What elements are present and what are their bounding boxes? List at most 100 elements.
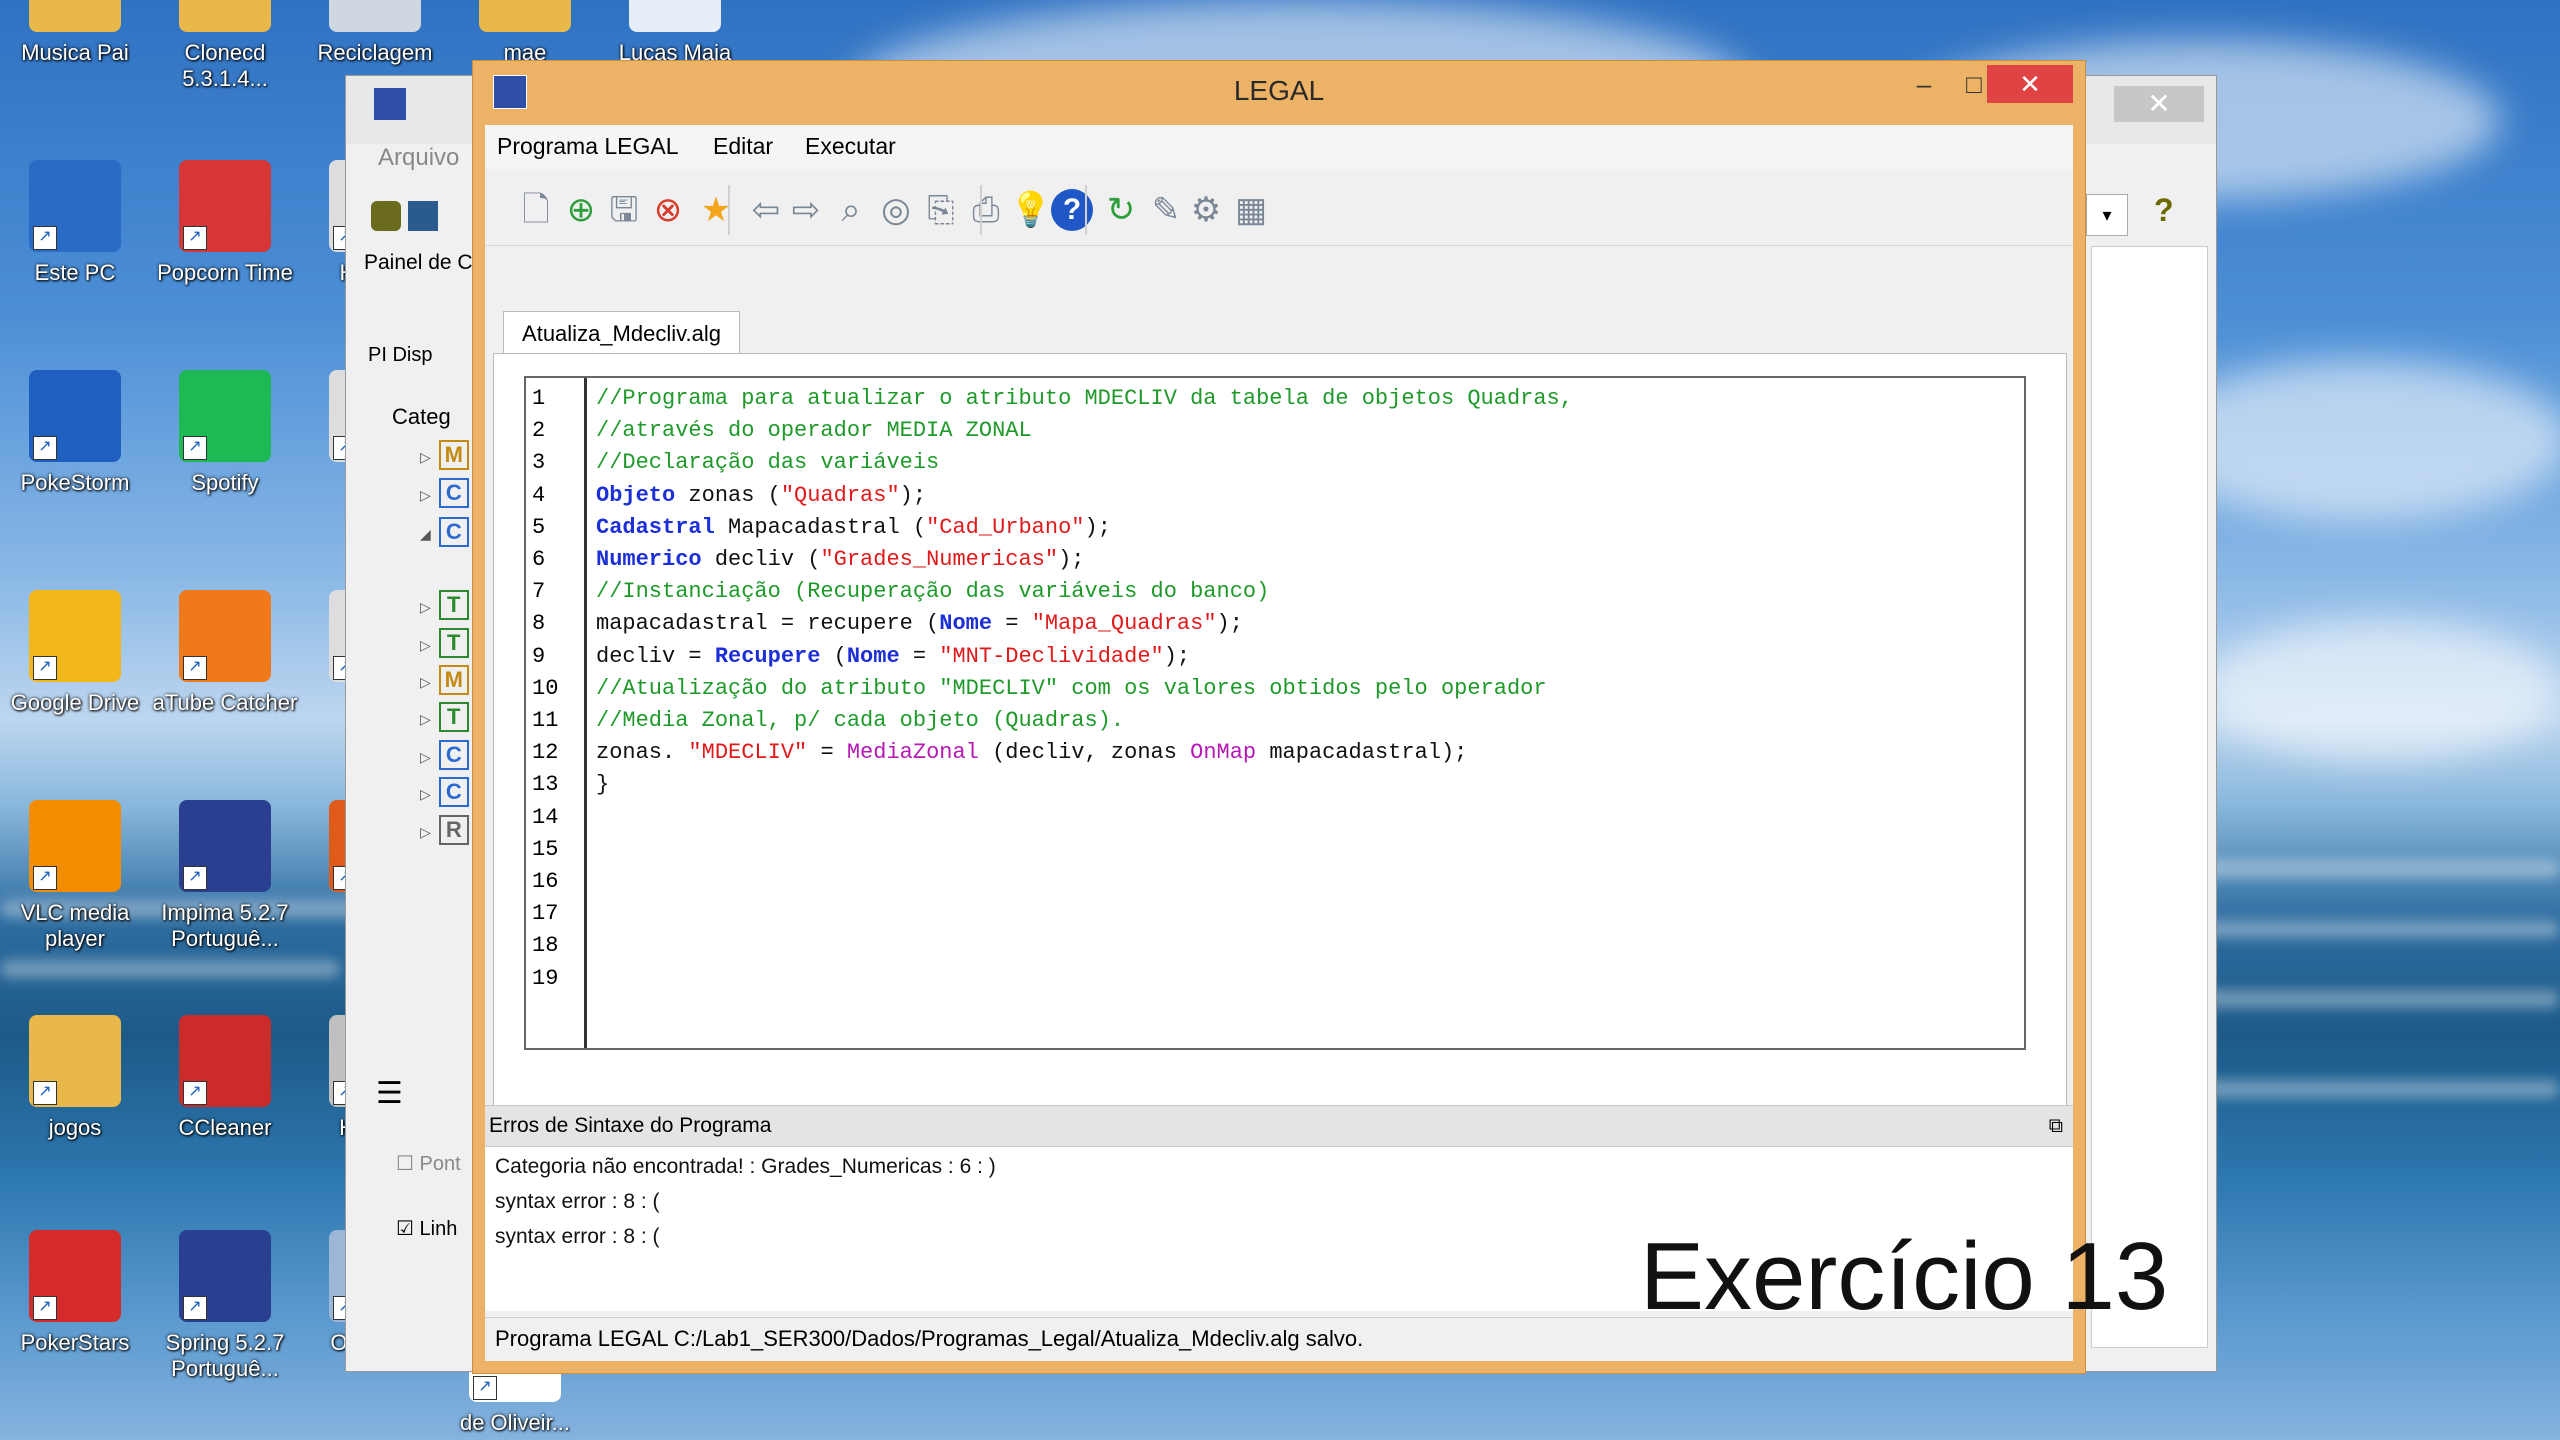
desktop-icon-popcorn-time[interactable]: ↗ Popcorn Time (150, 160, 300, 286)
desktop-icon-clonecd-5-3-1-4[interactable]: Clonecd 5.3.1.4... (150, 0, 300, 92)
tree-item[interactable]: ▷ C (420, 740, 469, 770)
line-number: 16 (532, 869, 559, 894)
checkbox-checked-icon[interactable]: ☑ (396, 1218, 414, 1240)
desktop-icon-label: VLC media player (20, 900, 130, 951)
tree-expand-icon[interactable]: ▷ (420, 637, 431, 653)
code-token: Mapacadastral ( (714, 514, 927, 540)
desktop-icon-jogos[interactable]: ↗ jogos (0, 1015, 150, 1141)
desktop-icon-mae[interactable]: mae (450, 0, 600, 66)
desktop-icon-impima-5-2-7-portugu[interactable]: ↗ Impima 5.2.7 Portuguê... (150, 800, 300, 952)
search-icon[interactable]: ⌕ (826, 185, 876, 235)
desktop-icon-vlc-media-player[interactable]: ↗ VLC media player (0, 800, 150, 952)
tab-atualiza-mdecliv[interactable]: Atualiza_Mdecliv.alg (503, 311, 740, 356)
tree-expand-icon[interactable]: ▷ (420, 786, 431, 802)
line-number: 5 (532, 514, 546, 540)
code-token: Objeto (596, 482, 676, 508)
line-number: 18 (532, 933, 559, 959)
save-icon[interactable]: 🖫 (599, 185, 649, 235)
restore-panel-icon[interactable]: ⧉ (2049, 1106, 2063, 1146)
error-line: syntax error : 8 : ( (495, 1225, 660, 1248)
desktop-icon-spring-5-2-7-portugu[interactable]: ↗ Spring 5.2.7 Portuguê... (150, 1230, 300, 1382)
background-menu-arquivo[interactable]: Arquivo (378, 144, 459, 172)
desktop-icon-label: PokeStorm (20, 470, 130, 495)
calculator-icon[interactable]: ▦ (1226, 185, 1276, 235)
tree-expand-icon[interactable]: ▷ (420, 711, 431, 727)
desktop-icon-reciclagem[interactable]: Reciclagem (300, 0, 450, 66)
database-icon[interactable] (371, 201, 401, 231)
tree-item[interactable]: ◢ C (420, 517, 469, 547)
settings-gear-icon[interactable]: ⚙ (1181, 185, 1231, 235)
desktop-icon-atube-catcher[interactable]: ↗ aTube Catcher (150, 590, 300, 716)
tree-collapse-icon[interactable]: ◢ (420, 526, 431, 542)
tree-item[interactable]: ▷ T (420, 628, 469, 658)
desktop-icon-pokestorm[interactable]: ↗ PokeStorm (0, 370, 150, 496)
desktop-icon-google-drive[interactable]: ↗ Google Drive (0, 590, 150, 716)
favorite-star-icon[interactable]: ★ (691, 185, 741, 235)
line-number: 19 (532, 965, 559, 991)
refresh-icon[interactable]: ↻ (1096, 185, 1146, 235)
lightbulb-icon[interactable]: 💡 (1006, 185, 1056, 235)
menu-executar[interactable]: Executar (805, 133, 896, 160)
pokestorm-icon: ↗ (29, 370, 121, 462)
error-line: Categoria não encontrada! : Grades_Numer… (495, 1155, 996, 1178)
new-document-icon[interactable]: 🗋 (511, 185, 561, 235)
desktop-icon-spotify[interactable]: ↗ Spotify (150, 370, 300, 496)
menu-programa-legal[interactable]: Programa LEGAL (497, 133, 679, 160)
desktop-icon-lucas-maia[interactable]: Lucas Maia (600, 0, 750, 66)
minimize-button[interactable]: – (1899, 65, 1949, 103)
shortcut-arrow-icon: ↗ (33, 436, 57, 460)
code-token: MediaZonal (846, 740, 979, 766)
background-right-panel (2091, 246, 2208, 1348)
tree-expand-icon[interactable]: ▷ (420, 674, 431, 690)
print-icon[interactable]: ⎙ (961, 185, 1011, 235)
code-line: Numerico decliv ("Grades_Numericas"); (596, 547, 1085, 572)
category-type-icon: M (438, 665, 469, 695)
desktop-icon-musica-pai[interactable]: Musica Pai (0, 0, 150, 66)
desktop-icon-ccleaner[interactable]: ↗ CCleaner (150, 1015, 300, 1141)
pokerstars-icon: ↗ (29, 1230, 121, 1322)
tree-item[interactable]: ▷ T (420, 702, 469, 732)
tree-expand-icon[interactable]: ▷ (420, 824, 431, 840)
dropdown-chevron-icon[interactable]: ▾ (2086, 194, 2128, 236)
folder-icon: ↗ (29, 1015, 121, 1107)
tree-item[interactable]: ▷ M (420, 440, 469, 470)
zoom-icon[interactable]: ◎ (871, 185, 921, 235)
shortcut-arrow-icon: ↗ (33, 656, 57, 680)
desktop-icon-pokerstars[interactable]: ↗ PokerStars (0, 1230, 150, 1356)
window-titlebar[interactable]: LEGAL – □ ✕ (473, 61, 2085, 125)
checkbox-icon[interactable]: ☐ (396, 1153, 414, 1175)
tree-item[interactable]: ▷ T (420, 590, 469, 620)
code-editor[interactable]: 1 2 3 4 5 6 7 8 9 10 11 12 13 14 15 16 17 18 19 //Programa… (524, 376, 2026, 1050)
shortcut-arrow-icon: ↗ (183, 1081, 207, 1105)
code-token: Cadastral (596, 514, 715, 540)
list-icon[interactable]: ☰ (376, 1076, 456, 1116)
window-title: LEGAL (1233, 75, 1325, 106)
tree-item[interactable]: ▷ C (420, 478, 469, 508)
copy-icon[interactable]: ⎘ (916, 185, 966, 235)
code-token: mapacadastral = recupere ( (596, 611, 940, 637)
question-icon[interactable]: ? (2154, 192, 2174, 229)
tree-item[interactable]: ▷ R (420, 815, 469, 845)
table-icon[interactable] (408, 201, 438, 231)
tree-expand-icon[interactable]: ▷ (420, 487, 431, 503)
forward-arrow-icon[interactable]: ⇨ (781, 185, 831, 235)
background-check-ponto[interactable]: ☐ Pont (396, 1151, 461, 1176)
tree-expand-icon[interactable]: ▷ (420, 599, 431, 615)
tree-item[interactable]: ▷ M (420, 665, 469, 695)
code-token: ( (820, 643, 847, 669)
background-window-app-icon (374, 88, 406, 120)
code-token: "Cad_Urbano" (926, 514, 1085, 540)
desktop-icon-este-pc[interactable]: ↗ Este PC (0, 160, 150, 286)
close-button[interactable]: ✕ (1987, 65, 2073, 103)
code-token: ); (1163, 643, 1191, 669)
tree-item[interactable]: ▷ C (420, 777, 469, 807)
delete-icon[interactable]: ⊗ (643, 185, 693, 235)
background-check-linha[interactable]: ☑ Linh (396, 1216, 457, 1241)
code-line: //através do operador MEDIA ZONAL (596, 418, 1032, 443)
category-type-icon: T (438, 702, 469, 732)
tree-expand-icon[interactable]: ▷ (420, 749, 431, 765)
line-number: 1 (532, 386, 546, 411)
background-window-close-button[interactable]: ✕ (2114, 86, 2204, 122)
tree-expand-icon[interactable]: ▷ (420, 449, 431, 465)
menu-editar[interactable]: Editar (713, 133, 773, 160)
